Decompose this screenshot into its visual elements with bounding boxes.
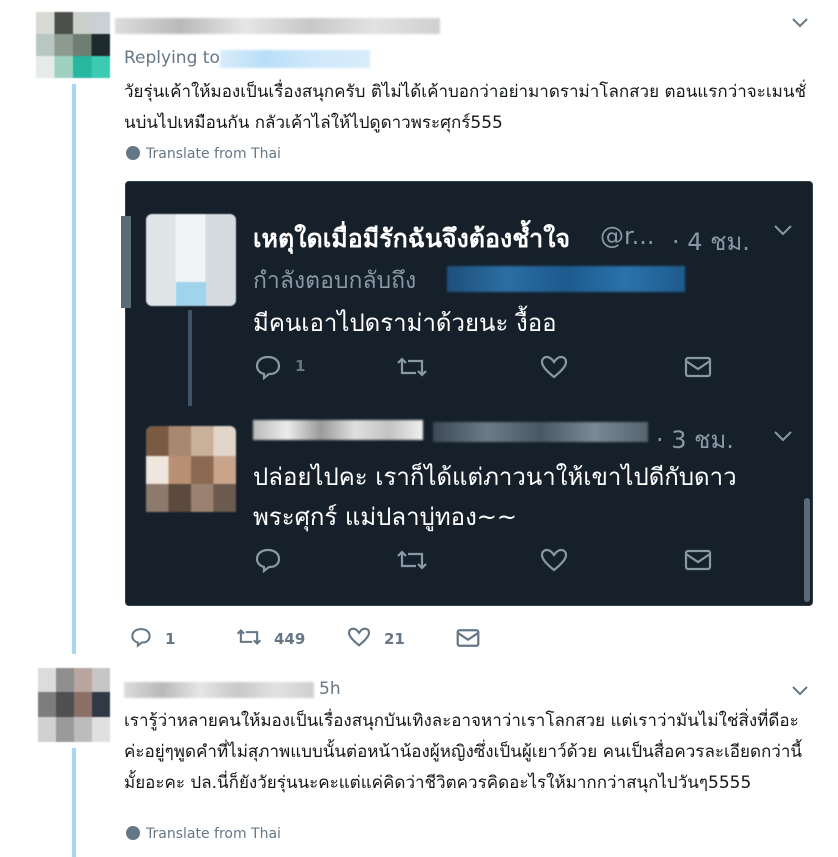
chevron-down-icon[interactable] [791,682,809,701]
envelope-icon[interactable] [684,549,712,571]
card-time[interactable]: · 4 ชม. [672,222,750,261]
heart-icon[interactable] [540,548,568,572]
translate-link[interactable]: Translate from Thai [126,826,281,842]
like-count: 21 [384,630,405,648]
card-replying-label: กำลังตอบกลับถึง [253,268,417,294]
globe-icon [126,826,140,840]
replying-to-handle-redacted[interactable] [220,50,370,68]
tweet-body: เรารู้ว่าหลายคนให้มองเป็นเรื่องสนุกบันเท… [124,711,803,793]
retweet-icon[interactable] [396,548,428,572]
chevron-down-icon[interactable] [791,14,809,33]
replying-to-label: Replying to [124,48,220,68]
tweet-body: วัยรุ่นเค้าให้มองเป็นเรื่องสนุกครับ ติไม… [124,82,807,133]
translate-label: Translate from Thai [146,826,281,842]
avatar[interactable] [146,214,236,306]
card-side-marker [121,216,131,308]
thread-line [72,84,76,654]
heart-icon[interactable] [347,627,371,647]
reply-icon[interactable] [254,354,282,380]
tweet-time[interactable]: 5h [319,679,341,699]
globe-icon [126,146,140,160]
avatar[interactable] [36,12,110,78]
translate-link[interactable]: Translate from Thai [126,146,281,162]
retweet-count: 449 [274,630,306,648]
thread-line [72,748,76,857]
card-tweet-body: มีคนเอาไปดราม่าด้วยนะ งื้ออ [253,309,557,337]
author-name-redacted[interactable] [115,18,440,34]
card-tweet-body-line2: พระศุกร์ แม่ปลาบู่ทอง~~ [253,503,517,531]
envelope-icon[interactable] [684,356,712,378]
avatar[interactable] [38,668,110,742]
card-display-name[interactable]: เหตุใดเมื่อมีรักฉันจึงต้องช้ำใจ [253,219,570,259]
retweet-icon[interactable] [236,627,262,647]
reply-count: 1 [295,357,306,375]
card-thread-line [188,310,192,406]
card-time[interactable]: · 3 ชม. [656,420,734,459]
reply-count: 1 [165,630,176,648]
card-replying-handle-redacted[interactable] [447,266,685,292]
chevron-down-icon[interactable] [773,222,793,241]
envelope-icon[interactable] [456,628,480,648]
chevron-down-icon[interactable] [773,428,793,447]
card-scrollbar[interactable] [804,498,810,602]
retweet-icon[interactable] [396,355,428,379]
translate-label: Translate from Thai [146,146,281,162]
reply-icon[interactable] [254,547,282,573]
heart-icon[interactable] [540,355,568,379]
card-handle[interactable]: @r... [600,222,655,250]
card-display-name-redacted[interactable] [253,420,423,440]
author-name-redacted[interactable] [124,682,314,698]
avatar[interactable] [146,426,236,512]
reply-icon[interactable] [130,626,152,648]
card-tweet-body-line1: ปล่อยไปคะ เราก็ได้แต่ภาวนาให้เขาไปดีกับด… [253,463,737,491]
card-handle-redacted[interactable] [433,422,648,442]
